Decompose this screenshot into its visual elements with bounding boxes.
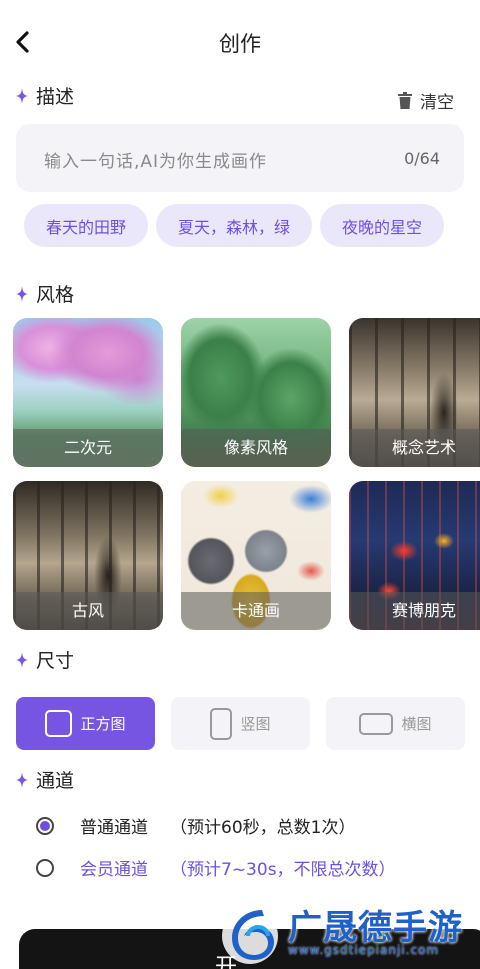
portrait-shape-icon <box>210 707 233 740</box>
channel-title-text: 通道 <box>36 770 75 792</box>
channel-name: 普通通道 <box>80 818 148 838</box>
size-option-square[interactable]: 正方图 <box>16 697 155 750</box>
style-grid: 二次元 像素风格 概念艺术 古风 卡通画 赛博朋克 <box>13 318 480 630</box>
suggestion-chip[interactable]: 春天的田野 <box>24 204 149 247</box>
channel-section-title: 通道 <box>16 766 74 793</box>
size-title-text: 尺寸 <box>36 650 75 672</box>
size-option-label: 竖图 <box>240 715 271 733</box>
style-card-cartoon[interactable]: 卡通画 <box>181 481 331 630</box>
description-section-title: 描述 <box>16 82 74 109</box>
style-title-text: 风格 <box>36 284 75 306</box>
channel-note: （预计60秒，总数1次） <box>170 818 356 838</box>
prompt-input[interactable]: 输入一句话,AI为你生成画作 0/64 <box>16 124 464 192</box>
size-option-label: 横图 <box>401 715 432 733</box>
watermark: 广晟德手游 www.gsdtiepianji.com <box>218 900 480 969</box>
style-card-pixel[interactable]: 像素风格 <box>181 318 331 467</box>
sparkle-icon <box>16 87 28 104</box>
style-label: 古风 <box>71 601 104 620</box>
top-bar: 创作 <box>0 0 480 84</box>
size-option-label: 正方图 <box>80 715 126 733</box>
size-options: 正方图 竖图 横图 <box>16 697 465 750</box>
channel-option-normal[interactable]: 普通通道 （预计60秒，总数1次） <box>36 813 355 838</box>
channel-note: （预计7~30s，不限总次数） <box>170 860 396 880</box>
channel-name: 会员通道 <box>80 860 148 880</box>
style-label: 像素风格 <box>223 438 288 457</box>
square-shape-icon <box>45 710 73 737</box>
style-label: 二次元 <box>63 438 112 457</box>
sparkle-icon <box>16 651 28 668</box>
page-title: 创作 <box>219 32 261 56</box>
suggestion-chips: 春天的田野 夏天，森林，绿 夜晚的星空 <box>24 204 445 247</box>
char-counter: 0/64 <box>404 149 440 168</box>
suggestion-chip[interactable]: 夜晚的星空 <box>320 204 445 247</box>
watermark-title: 广晟德手游 <box>288 908 463 948</box>
trash-icon <box>398 92 412 109</box>
style-card-cyberpunk[interactable]: 赛博朋克 <box>349 481 480 630</box>
style-section-title: 风格 <box>16 280 74 307</box>
size-section-title: 尺寸 <box>16 646 74 673</box>
style-card-anime[interactable]: 二次元 <box>13 318 163 467</box>
clear-button[interactable]: 清空 <box>398 88 454 113</box>
sparkle-icon <box>16 771 28 788</box>
description-title-text: 描述 <box>36 86 75 108</box>
size-option-landscape[interactable]: 横图 <box>326 697 465 750</box>
channel-option-vip[interactable]: 会员通道 （预计7~30s，不限总次数） <box>36 855 396 880</box>
style-card-ancient[interactable]: 古风 <box>13 481 163 630</box>
suggestion-chip[interactable]: 夏天，森林，绿 <box>156 204 313 247</box>
landscape-shape-icon <box>359 712 394 735</box>
style-label: 赛博朋克 <box>391 601 456 620</box>
radio-button[interactable] <box>36 858 54 877</box>
watermark-logo-icon <box>222 908 278 964</box>
style-label: 概念艺术 <box>391 438 456 457</box>
clear-button-label: 清空 <box>420 93 454 113</box>
prompt-placeholder: 输入一句话,AI为你生成画作 <box>44 152 268 172</box>
watermark-url: www.gsdtiepianji.com <box>288 943 440 957</box>
style-label: 卡通画 <box>231 601 280 620</box>
style-card-concept-art[interactable]: 概念艺术 <box>349 318 480 467</box>
radio-button[interactable] <box>36 816 54 835</box>
size-option-portrait[interactable]: 竖图 <box>171 697 310 750</box>
sparkle-icon <box>16 285 28 302</box>
